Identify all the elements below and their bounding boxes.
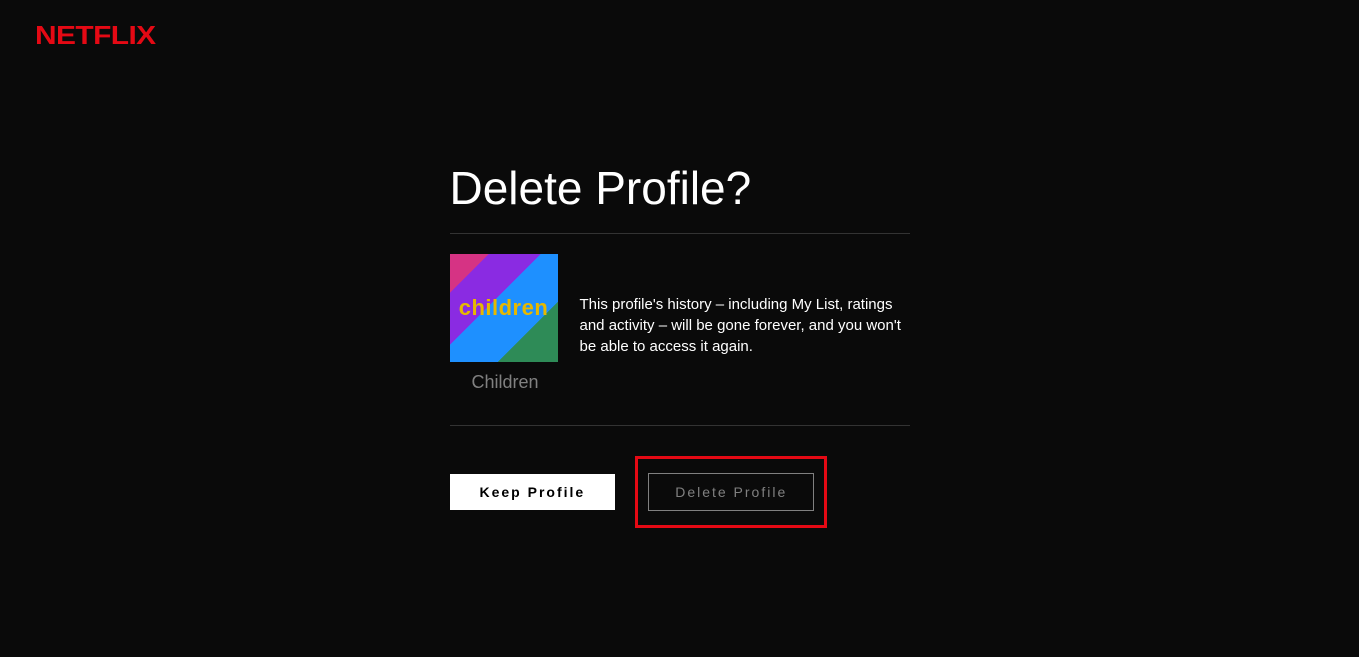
dialog-title: Delete Profile? — [450, 161, 910, 215]
divider-top — [450, 233, 910, 234]
app-header: NETFLIX — [0, 0, 1359, 71]
highlight-annotation: Delete Profile — [635, 456, 827, 528]
delete-profile-button[interactable]: Delete Profile — [648, 473, 814, 511]
profile-avatar — [450, 254, 558, 362]
warning-text: This profile's history – including My Li… — [580, 254, 910, 357]
delete-profile-dialog: Delete Profile? This profile's history –… — [440, 161, 920, 528]
divider-bottom — [450, 425, 910, 426]
netflix-logo[interactable]: NETFLIX — [35, 20, 1359, 51]
profile-name-label: Children — [472, 372, 910, 393]
profile-row: This profile's history – including My Li… — [450, 254, 910, 362]
button-row: Keep Profile Delete Profile — [450, 456, 910, 528]
keep-profile-button[interactable]: Keep Profile — [450, 474, 616, 510]
